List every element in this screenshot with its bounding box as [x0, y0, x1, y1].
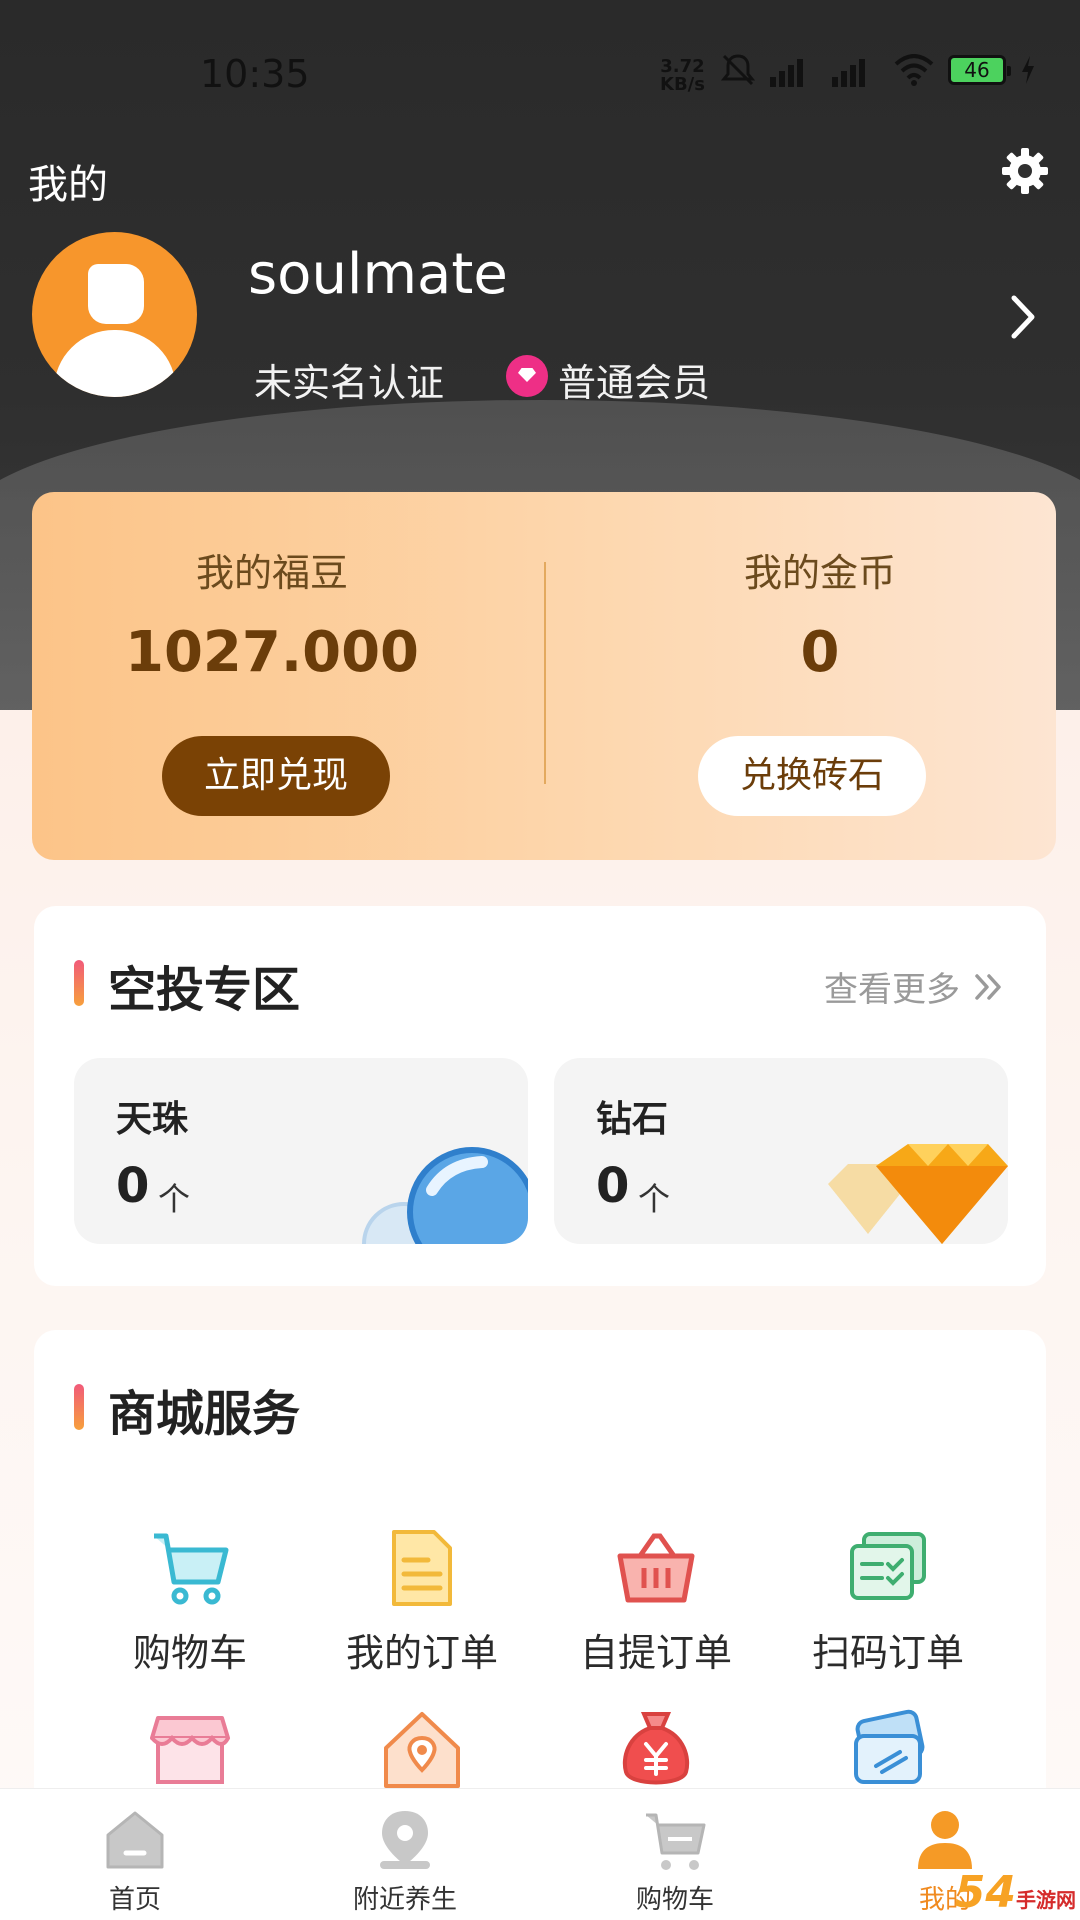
service-label: 扫码订单 — [811, 1631, 964, 1675]
diamond-icon — [828, 1144, 1008, 1244]
fudou-value: 1027.000 — [124, 620, 420, 685]
gold-value: 0 — [800, 620, 840, 685]
fudou-label: 我的福豆 — [195, 551, 348, 595]
signal-icon-2 — [832, 53, 880, 87]
points-card: 我的福豆 1027.000 立即兑现 我的金币 0 兑换砖石 — [32, 492, 1056, 860]
service-scan-orders[interactable]: 扫码订单 — [778, 1526, 998, 1677]
avatar[interactable] — [32, 232, 197, 397]
tile-unit: 个 — [638, 1180, 671, 1218]
wifi-icon — [894, 54, 934, 86]
status-time: 10:35 — [200, 52, 310, 96]
page-title: 我的 — [28, 162, 108, 208]
double-chevron-right-icon — [975, 973, 1001, 1000]
person-icon — [918, 1811, 972, 1869]
fudou-panel: 我的福豆 1027.000 立即兑现 — [32, 492, 512, 860]
nav-label: 首页 — [108, 1885, 161, 1915]
airdrop-title: 空投专区 — [108, 962, 301, 1018]
status-icons: 46 — [720, 52, 1036, 88]
gold-panel: 我的金币 0 兑换砖石 — [580, 492, 1060, 860]
username[interactable]: soulmate — [248, 242, 508, 307]
nav-nearby[interactable]: 附近养生 — [270, 1789, 540, 1920]
gear-icon[interactable] — [1000, 146, 1050, 196]
service-label: 我的订单 — [345, 1631, 498, 1675]
cart-icon — [646, 1813, 706, 1870]
tianzhu-tile[interactable]: 天珠 0 个 — [74, 1058, 528, 1244]
view-more-label: 查看更多 — [824, 970, 960, 1010]
document-icon — [392, 1530, 452, 1606]
basket-icon — [617, 1533, 695, 1603]
signal-icon — [770, 53, 818, 87]
avatar-head — [88, 264, 144, 324]
pearl-icon — [362, 1147, 528, 1244]
member-diamond-icon — [506, 355, 548, 397]
verification-status[interactable]: 未实名认证 — [254, 352, 444, 407]
battery-icon: 46 — [948, 55, 1011, 85]
nav-cart[interactable]: 购物车 — [540, 1789, 810, 1920]
service-my-orders[interactable]: 我的订单 — [312, 1526, 532, 1677]
gold-label: 我的金币 — [743, 551, 896, 595]
exchange-diamond-button[interactable]: 兑换砖石 — [698, 736, 926, 816]
section-accent-bar — [74, 1384, 84, 1430]
mall-services-title: 商城服务 — [108, 1386, 301, 1442]
charging-icon — [1022, 56, 1034, 84]
home-icon — [106, 1811, 164, 1869]
bottom-nav: 首页 附近养生 购物车 我的 54手游网 — [0, 1788, 1080, 1920]
service-cart[interactable]: 购物车 — [80, 1526, 300, 1677]
section-accent-bar — [74, 960, 84, 1006]
tile-name: 天珠 — [116, 1099, 189, 1140]
view-more-link[interactable]: 查看更多 — [824, 962, 1006, 1011]
bell-muted-icon — [720, 54, 756, 86]
card-icon — [854, 1709, 925, 1784]
network-speed: 3.72 KB/s — [660, 58, 705, 94]
money-bag-icon — [622, 1712, 690, 1785]
diamond-tile[interactable]: 钻石 0 个 — [554, 1058, 1008, 1244]
chevron-right-icon[interactable] — [1008, 292, 1038, 342]
member-level[interactable]: 普通会员 — [558, 352, 710, 407]
redeem-now-button[interactable]: 立即兑现 — [162, 736, 390, 816]
tile-count: 0 — [116, 1158, 150, 1214]
nav-label: 购物车 — [635, 1885, 714, 1915]
airdrop-section: 空投专区 查看更多 天珠 0 个 钻石 0 个 — [34, 906, 1046, 1286]
tile-name: 钻石 — [596, 1099, 669, 1140]
watermark-logo: 54手游网 — [954, 1867, 1076, 1918]
nav-label: 附近养生 — [352, 1885, 457, 1915]
avatar-body — [54, 330, 176, 397]
network-speed-unit: KB/s — [660, 74, 705, 95]
cart-icon — [154, 1533, 229, 1605]
service-pickup-orders[interactable]: 自提订单 — [546, 1526, 766, 1677]
location-pin-icon — [380, 1811, 430, 1869]
shop-icon — [150, 1716, 230, 1784]
status-bar: 10:35 3.72 KB/s 46 — [0, 0, 1080, 150]
tile-count: 0 — [596, 1158, 630, 1214]
service-label: 购物车 — [132, 1631, 247, 1675]
service-label: 自提订单 — [579, 1631, 732, 1675]
scan-cards-icon — [850, 1532, 926, 1600]
house-location-icon — [384, 1712, 460, 1788]
tile-unit: 个 — [158, 1180, 191, 1218]
nav-home[interactable]: 首页 — [0, 1789, 270, 1920]
points-divider — [544, 562, 546, 784]
